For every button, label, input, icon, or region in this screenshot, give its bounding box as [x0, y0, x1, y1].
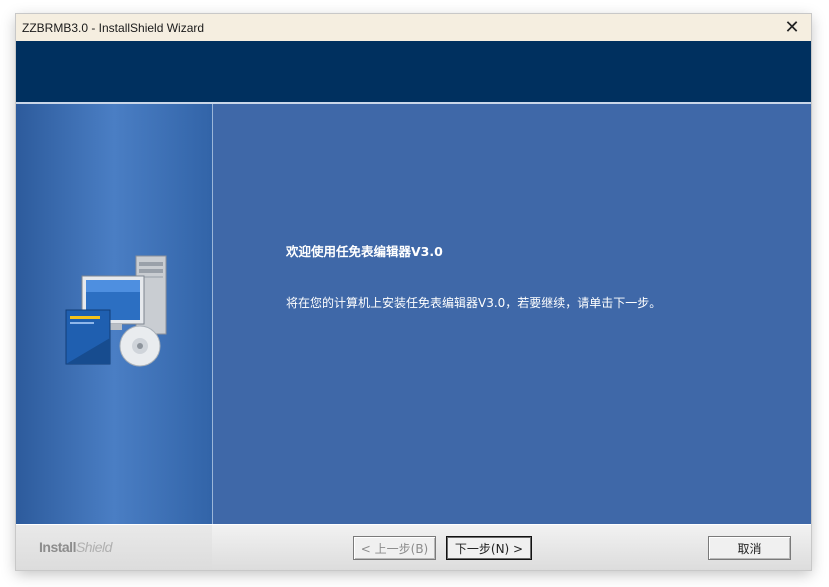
- logo-area: InstallShield: [16, 525, 212, 570]
- back-button[interactable]: < 上一步(B): [353, 536, 436, 560]
- next-button[interactable]: 下一步(N) >: [446, 536, 532, 560]
- logo-text-bold: Install: [39, 539, 76, 555]
- installer-window: ZZBRMB3.0 - InstallShield Wizard ✕ 欢迎使用任…: [16, 14, 811, 570]
- close-button[interactable]: ✕: [773, 14, 811, 41]
- close-icon: ✕: [784, 17, 800, 38]
- welcome-heading: 欢迎使用任免表编辑器V3.0: [286, 244, 443, 259]
- title-bar[interactable]: ZZBRMB3.0 - InstallShield Wizard ✕: [16, 14, 811, 41]
- header-banner: [16, 41, 811, 104]
- welcome-panel: 欢迎使用任免表编辑器V3.0 将在您的计算机上安装任免表编辑器V3.0，若要继续…: [16, 104, 811, 524]
- logo-text-light: Shield: [75, 539, 112, 555]
- navigation-strip: < 上一步(B) 下一步(N) > 取消: [212, 525, 811, 570]
- computer-install-icon: [65, 255, 167, 367]
- side-graphic-panel: [16, 104, 212, 524]
- panel-divider: [212, 104, 213, 524]
- window-title: ZZBRMB3.0 - InstallShield Wizard: [22, 20, 205, 35]
- welcome-message: 将在您的计算机上安装任免表编辑器V3.0，若要继续，请单击下一步。: [286, 296, 662, 310]
- installshield-logo: InstallShield: [39, 539, 112, 555]
- cancel-button[interactable]: 取消: [708, 536, 791, 560]
- wizard-footer: InstallShield < 上一步(B) 下一步(N) > 取消: [16, 524, 811, 570]
